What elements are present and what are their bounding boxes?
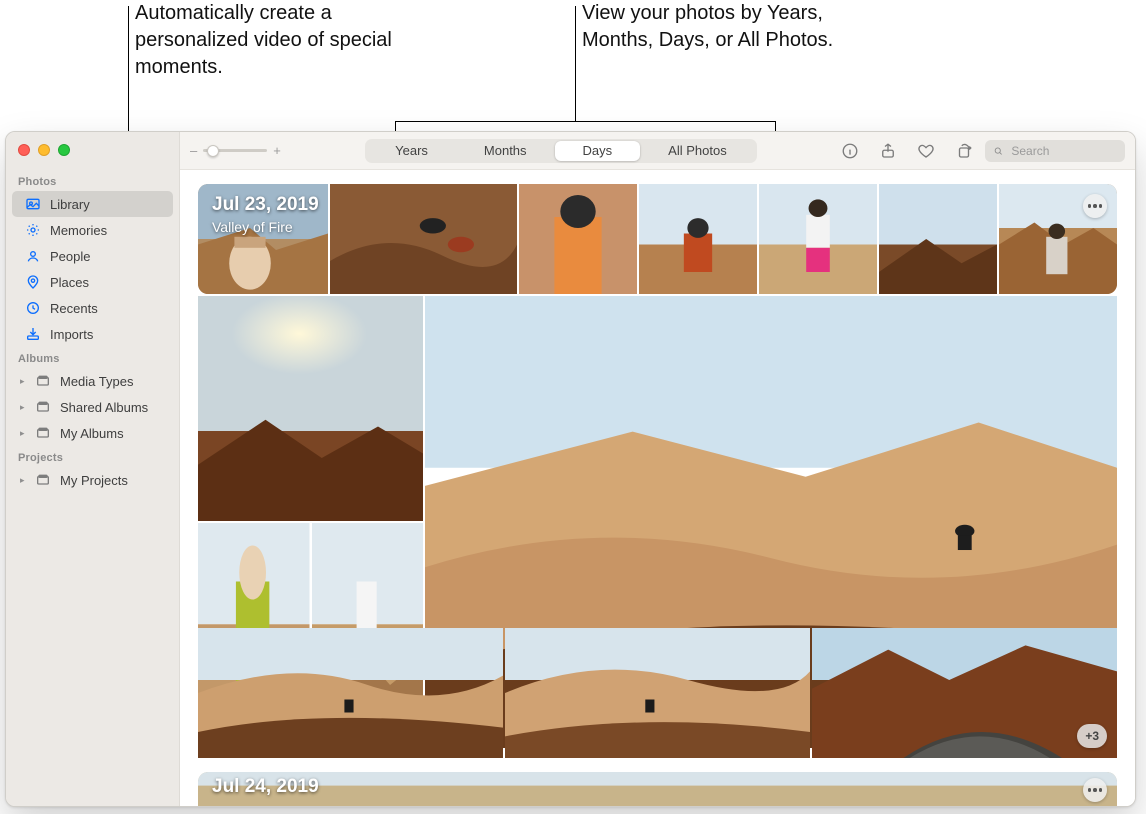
sidebar-item-imports[interactable]: Imports <box>12 321 173 347</box>
minimize-button[interactable] <box>38 144 50 156</box>
recents-icon <box>24 299 42 317</box>
day-header: Jul 23, 2019 Valley of Fire <box>212 194 319 235</box>
sidebar-item-label: Recents <box>50 301 165 316</box>
close-button[interactable] <box>18 144 30 156</box>
day-group: Jul 24, 2019 <box>198 772 1117 806</box>
photos-window: Photos Library Memories People Places <box>5 131 1136 807</box>
places-icon <box>24 273 42 291</box>
sidebar-item-memories[interactable]: Memories <box>12 217 173 243</box>
zoom-track[interactable] <box>203 149 267 152</box>
search-field[interactable] <box>985 140 1125 162</box>
tab-days[interactable]: Days <box>555 141 641 161</box>
window-controls <box>6 140 179 170</box>
sidebar-item-my-projects[interactable]: ▸ My Projects <box>12 467 173 493</box>
annotation-memories: Automatically create a personalized vide… <box>135 0 395 81</box>
zoom-slider[interactable]: – + <box>190 143 281 158</box>
sidebar-item-people[interactable]: People <box>12 243 173 269</box>
tab-months[interactable]: Months <box>456 141 555 161</box>
photo-thumbnail[interactable] <box>879 184 997 294</box>
chevron-right-icon: ▸ <box>20 475 25 486</box>
folder-icon <box>34 372 52 390</box>
maximize-button[interactable] <box>58 144 70 156</box>
rotate-icon[interactable] <box>955 142 973 160</box>
tab-all-photos[interactable]: All Photos <box>640 141 755 161</box>
people-icon <box>24 247 42 265</box>
photo-thumbnail[interactable] <box>639 184 757 294</box>
day-date: Jul 23, 2019 <box>212 194 319 216</box>
sidebar-item-label: Places <box>50 275 165 290</box>
sidebar-item-label: Library <box>50 197 165 212</box>
sidebar-item-shared-albums[interactable]: ▸ Shared Albums <box>12 394 173 420</box>
annotation-view-tabs: View your photos by Years, Months, Days,… <box>582 0 842 54</box>
photo-thumbnail[interactable] <box>198 628 503 758</box>
zoom-plus[interactable]: + <box>273 143 281 158</box>
memories-icon <box>24 221 42 239</box>
more-options-button[interactable] <box>1083 778 1107 802</box>
sidebar-item-recents[interactable]: Recents <box>12 295 173 321</box>
folder-icon <box>34 398 52 416</box>
photo-thumbnail[interactable] <box>759 184 877 294</box>
sidebar-item-label: Imports <box>50 327 165 342</box>
photo-thumbnail[interactable] <box>519 184 637 294</box>
photo-row <box>198 296 1117 626</box>
day-location: Valley of Fire <box>212 219 319 235</box>
sidebar-item-label: My Albums <box>60 426 165 441</box>
photo-thumbnail[interactable] <box>505 628 810 758</box>
day-group: Jul 23, 2019 Valley of Fire <box>198 184 1117 758</box>
photo-row <box>198 184 1117 294</box>
sidebar-item-label: Memories <box>50 223 165 238</box>
photo-grid: Jul 23, 2019 Valley of Fire <box>180 170 1135 806</box>
annotation-line <box>575 6 576 121</box>
chevron-right-icon: ▸ <box>20 402 25 413</box>
photo-row: +3 <box>198 628 1117 758</box>
toolbar: – + Years Months Days All Photos <box>180 132 1135 170</box>
chevron-right-icon: ▸ <box>20 428 25 439</box>
sidebar-item-label: My Projects <box>60 473 165 488</box>
folder-icon <box>34 424 52 442</box>
sidebar-item-places[interactable]: Places <box>12 269 173 295</box>
sidebar-item-label: Shared Albums <box>60 400 165 415</box>
sidebar-section-photos: Photos <box>6 170 179 191</box>
search-icon <box>993 145 1003 157</box>
chevron-right-icon: ▸ <box>20 376 25 387</box>
sidebar-item-my-albums[interactable]: ▸ My Albums <box>12 420 173 446</box>
sidebar-item-label: People <box>50 249 165 264</box>
info-icon[interactable] <box>841 142 859 160</box>
sidebar-section-albums: Albums <box>6 347 179 368</box>
sidebar-section-projects: Projects <box>6 446 179 467</box>
annotation-line <box>395 121 775 122</box>
sidebar-item-label: Media Types <box>60 374 165 389</box>
sidebar-item-library[interactable]: Library <box>12 191 173 217</box>
zoom-minus[interactable]: – <box>190 143 197 158</box>
zoom-thumb[interactable] <box>207 145 219 157</box>
photo-thumbnail[interactable]: +3 <box>812 628 1117 758</box>
toolbar-actions <box>841 142 973 160</box>
favorite-icon[interactable] <box>917 142 935 160</box>
sidebar: Photos Library Memories People Places <box>6 132 180 806</box>
view-mode-segmented: Years Months Days All Photos <box>365 139 757 163</box>
library-icon <box>24 195 42 213</box>
main-area: – + Years Months Days All Photos <box>180 132 1135 806</box>
tab-years[interactable]: Years <box>367 141 456 161</box>
photo-thumbnail[interactable] <box>198 296 423 521</box>
sidebar-item-media-types[interactable]: ▸ Media Types <box>12 368 173 394</box>
day-header: Jul 24, 2019 <box>212 776 319 798</box>
more-photos-badge[interactable]: +3 <box>1077 724 1107 748</box>
folder-icon <box>34 471 52 489</box>
photo-thumbnail[interactable] <box>198 772 1117 806</box>
day-date: Jul 24, 2019 <box>212 776 319 798</box>
photo-thumbnail[interactable] <box>330 184 517 294</box>
imports-icon <box>24 325 42 343</box>
more-options-button[interactable] <box>1083 194 1107 218</box>
search-input[interactable] <box>1009 143 1117 159</box>
share-icon[interactable] <box>879 142 897 160</box>
